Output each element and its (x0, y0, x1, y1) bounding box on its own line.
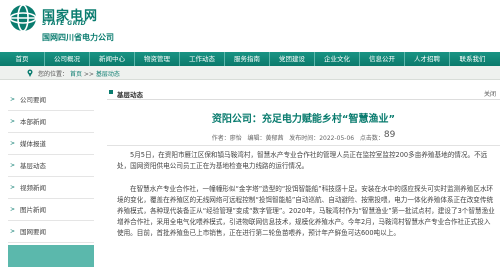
chevron-right-icon: > (10, 96, 16, 103)
nav-item-materials[interactable]: 物资管理 (135, 52, 180, 66)
nav-item-recruitment[interactable]: 人才招聘 (405, 52, 450, 66)
views-label: 点击数： (359, 135, 384, 142)
breadcrumb-home-link[interactable]: 首页 (70, 71, 82, 78)
sidebar-item-label: 公司要闻 (20, 96, 46, 104)
square-bullet-icon (109, 90, 113, 94)
sidebar-item-photo-news[interactable]: > 图片新闻 (8, 199, 94, 221)
chevron-right-icon: > (10, 162, 16, 169)
sidebar-item-video-news[interactable]: > 视频新闻 (8, 177, 94, 199)
sidebar-item-label: 视频新闻 (20, 184, 46, 192)
breadcrumb-bar: 您的位置： 首页 >> 基层动态 (0, 66, 500, 80)
nav-item-contact[interactable]: 联系我们 (450, 52, 495, 66)
section-title: 基层动态 (117, 91, 143, 99)
nav-item-company-profile[interactable]: 公司概况 (45, 52, 90, 66)
brand-name-en: STATE GRID (42, 20, 87, 27)
sidebar-item-media-reports[interactable]: > 媒体报道 (8, 133, 94, 155)
nav-item-home[interactable]: 首页 (0, 52, 45, 66)
breadcrumb-separator: >> (83, 71, 94, 78)
author: 廖怡 (229, 135, 242, 142)
sidebar-item-company-news[interactable]: > 公司要闻 (8, 89, 94, 111)
divider (107, 145, 500, 146)
sidebar-item-local-updates[interactable]: > 基层动态 (8, 155, 94, 177)
date-label: 发布时间： (289, 135, 320, 142)
sidebar-item-sgcc-news[interactable]: > 国网要闻 (8, 221, 94, 243)
article-meta: 作者：廖怡 编辑：黄郁茜 发布时间：2022-05-06 点击数：89 (107, 130, 500, 143)
publish-date: 2022-05-06 (319, 135, 355, 142)
editor-label: 编辑： (247, 135, 266, 142)
breadcrumb: 您的位置： 首页 >> 基层动态 (38, 69, 120, 78)
chevron-right-icon: > (10, 206, 16, 213)
sidebar-item-label: 本部新闻 (20, 118, 46, 126)
sidebar-item-label: 国网要闻 (20, 228, 46, 236)
sidebar-item-label: 基层动态 (20, 162, 46, 170)
article-paragraph: 在智慧水产专业合作社，一幢幢形似“金字塔”造型的“投饵智能船”科技感十足。安装在… (117, 185, 495, 237)
location-pin-icon (27, 69, 33, 77)
section-header: 基层动态 关闭 (107, 86, 500, 100)
sidebar-item-label: 媒体报道 (20, 140, 46, 148)
sidebar: > 公司要闻 > 本部新闻 > 媒体报道 > 基层动态 > 视频新闻 > 图片新… (0, 87, 98, 280)
article-panel: 基层动态 关闭 资阳公司：充足电力赋能乡村“智慧渔业” 作者：廖怡 编辑：黄郁茜… (107, 86, 500, 280)
view-count: 89 (383, 130, 396, 140)
breadcrumb-prefix: 您的位置： (38, 71, 69, 78)
article-paragraph: 5月5日，在资阳市雁江区保和镇马鞍湾村，智慧水产专业合作社的管理人员正在监控室监… (117, 151, 488, 170)
article-title: 资阳公司：充足电力赋能乡村“智慧渔业” (211, 114, 396, 125)
close-link[interactable]: 关闭 (484, 89, 496, 98)
state-grid-logo-icon[interactable] (8, 3, 38, 33)
editor: 黄郁茜 (265, 135, 284, 142)
sidebar-item-label: 图片新闻 (20, 206, 46, 214)
company-name: 国网四川省电力公司 (42, 33, 114, 42)
chevron-right-icon: > (10, 140, 16, 147)
site-header: 国家电网 STATE GRID 国网四川省电力公司 (0, 0, 500, 52)
breadcrumb-current[interactable]: 基层动态 (96, 71, 120, 78)
nav-item-news[interactable]: 新闻中心 (90, 52, 135, 66)
main-nav: 首页 公司概况 新闻中心 物资管理 工作动态 服务指南 党团建设 企业文化 信息… (0, 52, 500, 66)
sidebar-banner (8, 245, 94, 267)
chevron-right-icon: > (10, 228, 16, 235)
nav-item-work-updates[interactable]: 工作动态 (180, 52, 225, 66)
sidebar-item-hq-news[interactable]: > 本部新闻 (8, 111, 94, 133)
chevron-right-icon: > (10, 184, 16, 191)
nav-item-party[interactable]: 党团建设 (270, 52, 315, 66)
chevron-right-icon: > (10, 118, 16, 125)
author-label: 作者： (211, 135, 230, 142)
nav-item-culture[interactable]: 企业文化 (315, 52, 360, 66)
nav-item-disclosure[interactable]: 信息公开 (360, 52, 405, 66)
nav-item-service-guide[interactable]: 服务指南 (225, 52, 270, 66)
